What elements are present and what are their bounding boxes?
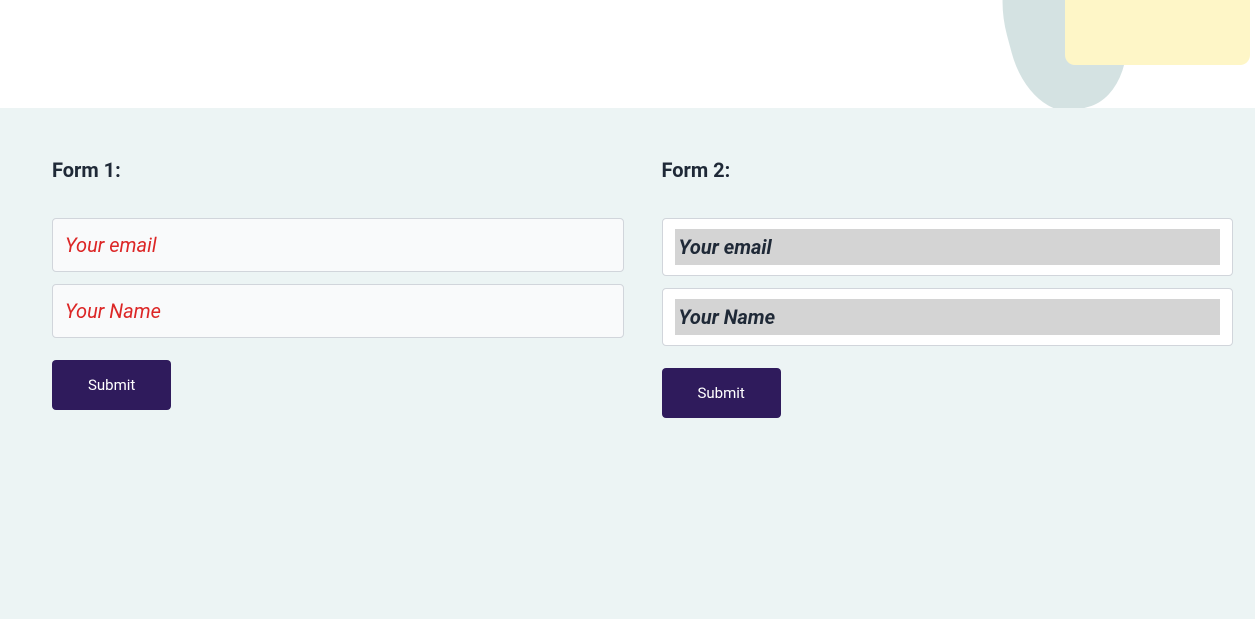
form-2-email-wrapper bbox=[662, 218, 1234, 276]
envelope-illustration bbox=[965, 0, 1255, 108]
form-2-submit-button[interactable]: Submit bbox=[662, 368, 781, 418]
form-1-name-input[interactable] bbox=[52, 284, 624, 338]
forms-section: Form 1: Submit Form 2: Submit bbox=[0, 108, 1255, 619]
form-1-title: Form 1: bbox=[52, 158, 624, 182]
form-2-name-wrapper bbox=[662, 288, 1234, 346]
hero-section bbox=[0, 0, 1255, 108]
form-2-name-input[interactable] bbox=[675, 299, 1221, 335]
form-1: Form 1: Submit bbox=[52, 158, 624, 579]
form-2: Form 2: Submit bbox=[662, 158, 1234, 579]
envelope-icon bbox=[1065, 0, 1250, 65]
form-2-email-input[interactable] bbox=[675, 229, 1221, 265]
form-2-title: Form 2: bbox=[662, 158, 1234, 182]
form-1-email-input[interactable] bbox=[52, 218, 624, 272]
form-1-submit-button[interactable]: Submit bbox=[52, 360, 171, 410]
